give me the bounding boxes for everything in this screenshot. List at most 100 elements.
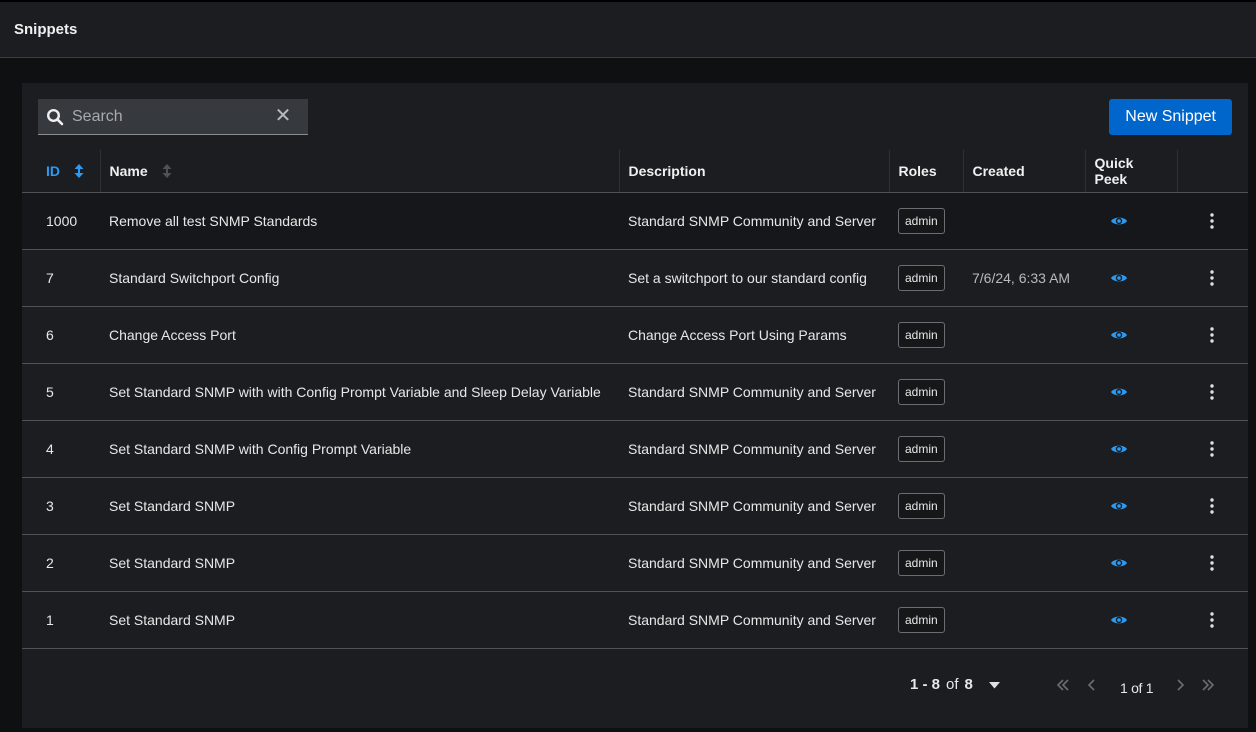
- cell-description: Change Access Port Using Params: [619, 306, 889, 364]
- column-header-name[interactable]: Name: [99, 150, 619, 193]
- cell-created: [963, 420, 1085, 478]
- kebab-icon[interactable]: [1204, 326, 1220, 344]
- kebab-icon[interactable]: [1204, 554, 1220, 572]
- role-badge: admin: [898, 265, 945, 291]
- column-header-description: Description: [618, 150, 889, 193]
- column-header-roles: Roles: [888, 150, 963, 193]
- previous-page-icon[interactable]: [1084, 677, 1100, 693]
- kebab-icon[interactable]: [1204, 212, 1220, 230]
- cell-created: [963, 591, 1085, 649]
- eye-icon[interactable]: [1110, 383, 1128, 401]
- column-header-quick-peek: Quick Peek: [1084, 150, 1177, 193]
- role-badge: admin: [898, 550, 945, 576]
- cell-quick-peek: [1085, 420, 1177, 478]
- cell-roles: admin: [889, 591, 963, 649]
- table-row[interactable]: 1000 Remove all test SNMP Standards Standa…: [22, 192, 1248, 250]
- cell-actions: [1177, 534, 1248, 592]
- cell-description: Standard SNMP Community and Server: [619, 477, 889, 535]
- table-row[interactable]: 6 Change Access Port Change Access Port Us…: [22, 306, 1248, 364]
- kebab-icon[interactable]: [1204, 383, 1220, 401]
- first-page-icon[interactable]: [1055, 677, 1071, 693]
- cell-id: 4: [22, 420, 100, 478]
- cell-actions: [1177, 249, 1248, 307]
- column-header-id[interactable]: ID: [22, 150, 100, 193]
- table-row[interactable]: 3 Set Standard SNMP Standard SNMP Communit…: [22, 477, 1248, 535]
- cell-actions: [1177, 591, 1248, 649]
- eye-icon[interactable]: [1110, 440, 1128, 458]
- cell-actions: [1177, 192, 1248, 250]
- kebab-icon[interactable]: [1204, 440, 1220, 458]
- cell-name[interactable]: Change Access Port: [100, 306, 619, 364]
- cell-roles: admin: [889, 420, 963, 478]
- kebab-icon[interactable]: [1204, 269, 1220, 287]
- cell-created: [963, 192, 1085, 250]
- kebab-icon[interactable]: [1204, 497, 1220, 515]
- page-of-indicator: 1 of 1: [1120, 680, 1154, 696]
- cell-id: 3: [22, 477, 100, 535]
- eye-icon[interactable]: [1110, 611, 1128, 629]
- cell-id: 7: [22, 249, 100, 307]
- cell-name[interactable]: Remove all test SNMP Standards: [100, 192, 619, 250]
- cell-quick-peek: [1085, 477, 1177, 535]
- cell-name[interactable]: Set Standard SNMP: [100, 591, 619, 649]
- pagination-summary[interactable]: 1 - 8 of 8: [910, 676, 1001, 700]
- cell-description: Set a switchport to our standard config: [619, 249, 889, 307]
- cell-name[interactable]: Set Standard SNMP: [100, 534, 619, 592]
- cell-quick-peek: [1085, 306, 1177, 364]
- cell-description: Standard SNMP Community and Server: [619, 420, 889, 478]
- cell-quick-peek: [1085, 249, 1177, 307]
- cell-created: [963, 534, 1085, 592]
- last-page-icon[interactable]: [1200, 677, 1216, 693]
- cell-actions: [1177, 306, 1248, 364]
- cell-quick-peek: [1085, 534, 1177, 592]
- column-header-created: Created: [962, 150, 1085, 193]
- cell-name[interactable]: Set Standard SNMP with with Config Promp…: [100, 363, 619, 421]
- role-badge: admin: [898, 607, 945, 633]
- cell-name[interactable]: Set Standard SNMP: [100, 477, 619, 535]
- eye-icon[interactable]: [1110, 212, 1128, 230]
- page-header: Snippets: [0, 0, 1256, 58]
- cell-roles: admin: [889, 249, 963, 307]
- table-row[interactable]: 7 Standard Switchport Config Set a switchp…: [22, 249, 1248, 307]
- role-badge: admin: [898, 322, 945, 348]
- new-snippet-button[interactable]: New Snippet: [1109, 99, 1232, 135]
- kebab-icon[interactable]: [1204, 611, 1220, 629]
- table-row[interactable]: 2 Set Standard SNMP Standard SNMP Communit…: [22, 534, 1248, 592]
- column-header-name-label: Name: [109, 163, 148, 179]
- next-page-icon[interactable]: [1172, 677, 1188, 693]
- snippets-table: ID Name Description Roles Created Quick …: [22, 150, 1248, 649]
- eye-icon[interactable]: [1110, 554, 1128, 572]
- sort-icon: [162, 164, 172, 178]
- table-row[interactable]: 4 Set Standard SNMP with Config Prompt Va…: [22, 420, 1248, 478]
- page-title: Snippets: [14, 21, 78, 38]
- cell-description: Standard SNMP Community and Server: [619, 363, 889, 421]
- eye-icon[interactable]: [1110, 269, 1128, 287]
- cell-id: 1: [22, 591, 100, 649]
- eye-icon[interactable]: [1110, 326, 1128, 344]
- role-badge: admin: [898, 436, 945, 462]
- cell-created: [963, 363, 1085, 421]
- cell-roles: admin: [889, 363, 963, 421]
- cell-actions: [1177, 477, 1248, 535]
- role-badge: admin: [898, 493, 945, 519]
- cell-name[interactable]: Set Standard SNMP with Config Prompt Var…: [100, 420, 619, 478]
- table-row[interactable]: 1 Set Standard SNMP Standard SNMP Communit…: [22, 591, 1248, 649]
- search-input[interactable]: [70, 99, 274, 135]
- pagination-total: 8: [964, 676, 973, 693]
- close-icon[interactable]: ✕: [274, 106, 292, 126]
- table-header-row: ID Name Description Roles Created Quick …: [22, 150, 1248, 193]
- eye-icon[interactable]: [1110, 497, 1128, 515]
- cell-quick-peek: [1085, 192, 1177, 250]
- caret-down-icon[interactable]: [989, 681, 1001, 689]
- cell-name[interactable]: Standard Switchport Config: [100, 249, 619, 307]
- cell-roles: admin: [889, 306, 963, 364]
- cell-created: 7/6/24, 6:33 AM: [963, 249, 1085, 307]
- cell-id: 1000: [22, 192, 100, 250]
- cell-roles: admin: [889, 534, 963, 592]
- cell-quick-peek: [1085, 591, 1177, 649]
- cell-id: 6: [22, 306, 100, 364]
- table-row[interactable]: 5 Set Standard SNMP with with Config Prom…: [22, 363, 1248, 421]
- column-header-actions: [1176, 150, 1248, 193]
- cell-created: [963, 477, 1085, 535]
- snippets-panel: ✕ New Snippet ID Name Descr: [22, 83, 1248, 728]
